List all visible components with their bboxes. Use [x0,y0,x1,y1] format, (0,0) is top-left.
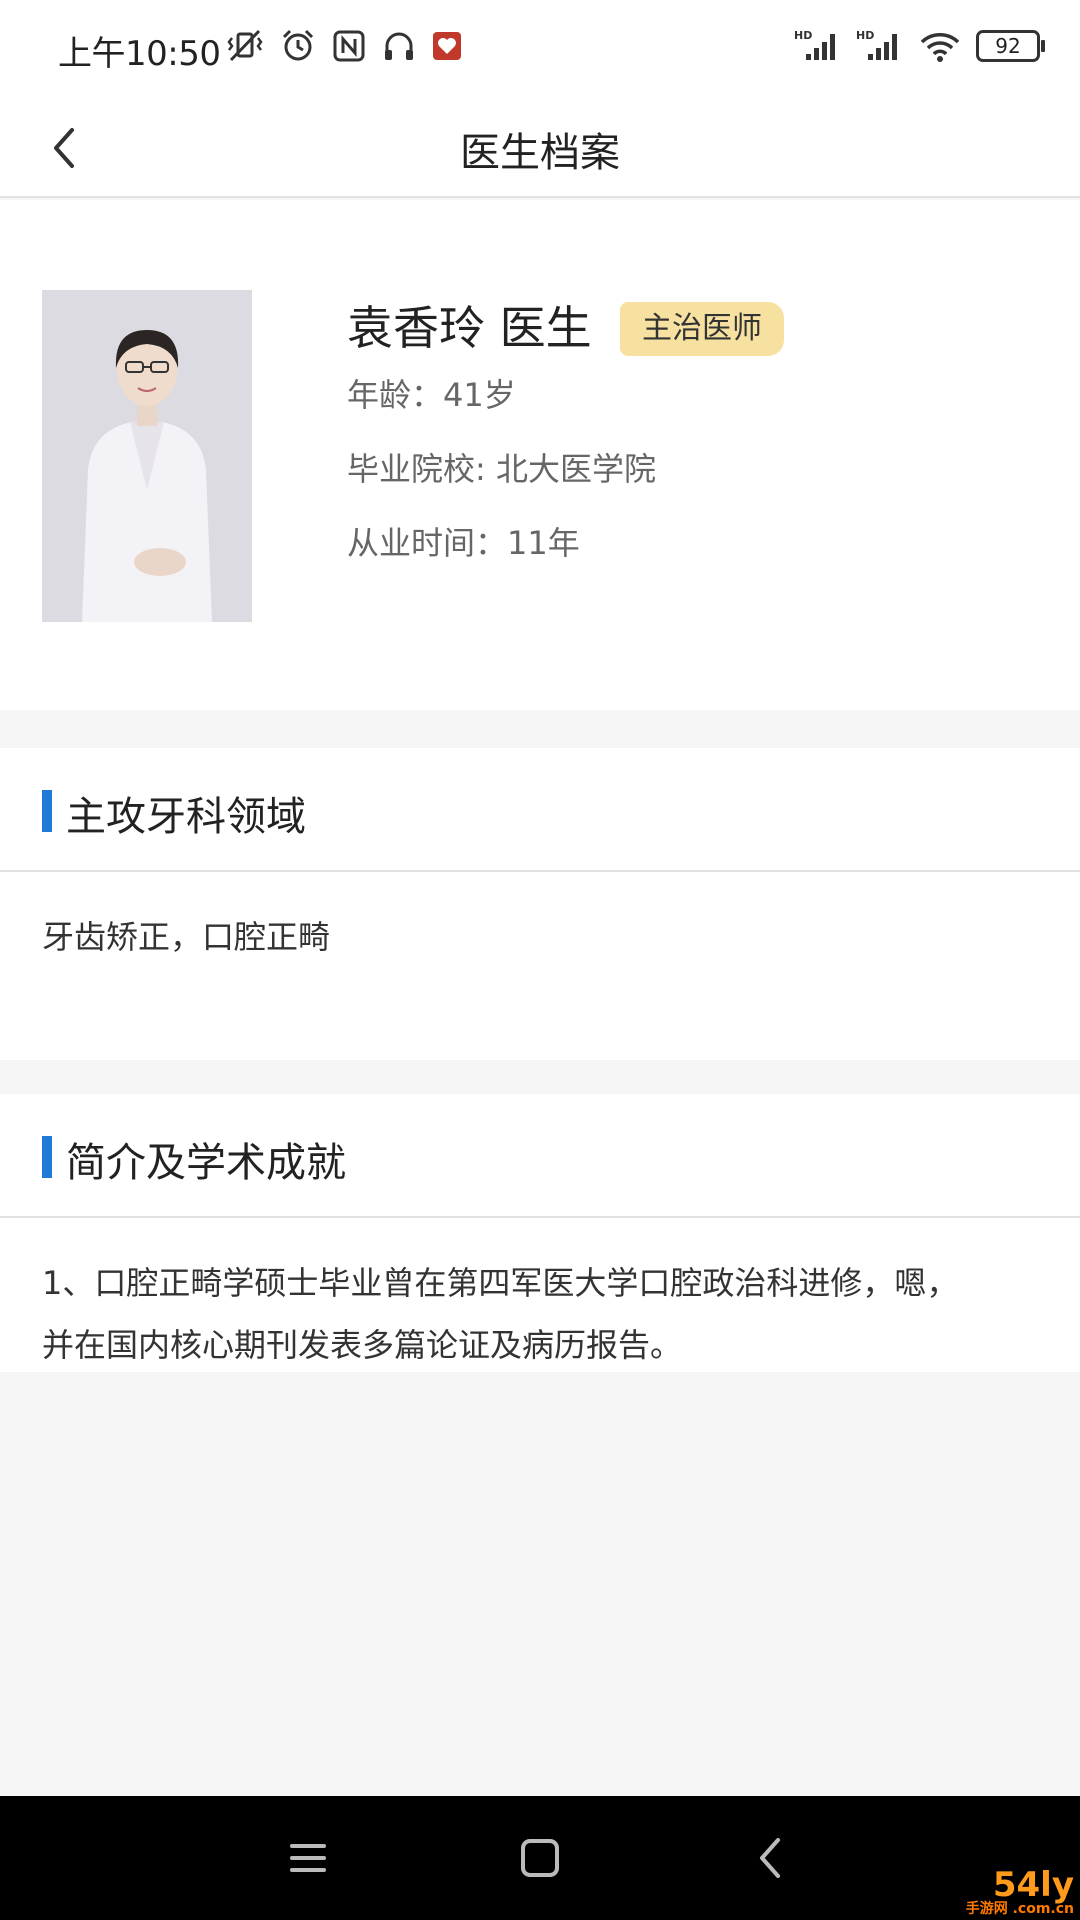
system-navigation-bar: 54ly 手游网 .com.cn [0,1796,1080,1920]
section-accent-bar [42,1136,52,1178]
specialty-content: 牙齿矫正，口腔正畸 [42,918,331,956]
watermark-sub: 手游网 .com.cn [965,1901,1074,1917]
app-notification-icon [433,32,461,60]
doctor-photo [42,290,252,622]
status-icons-left [225,28,463,64]
site-watermark: 54ly 手游网 .com.cn [966,1868,1074,1916]
doctor-experience: 从业时间：11年 [347,524,580,562]
doctor-age: 年龄：41岁 [347,376,516,414]
doctor-profile-card: 袁香玲 医生 主治医师 年龄：41岁 毕业院校: 北大医学院 从业时间：11年 [0,200,1080,710]
watermark-main: 54ly [992,1865,1074,1905]
svg-text:HD: HD [794,29,812,42]
svg-text:HD: HD [856,29,874,42]
doctor-school: 毕业院校: 北大医学院 [347,450,656,488]
specialty-section-title: 主攻牙科领域 [66,794,306,840]
doctor-title-badge: 主治医师 [620,302,784,356]
intro-section-body: 1、口腔正畸学硕士毕业曾在第四军医大学口腔政治科进修，嗯， 并在国内核心期刊发表… [0,1218,1080,1372]
doctor-name: 袁香玲 医生 [347,301,592,355]
intro-content-line-1: 1、口腔正畸学硕士毕业曾在第四军医大学口腔政治科进修，嗯， [42,1264,959,1302]
specialty-section-header: 主攻牙科领域 [0,748,1080,872]
status-time: 上午10:50 [58,34,221,74]
header-bar: 医生档案 [0,100,1080,198]
intro-section-title: 简介及学术成就 [66,1140,346,1186]
intro-section-header: 简介及学术成就 [0,1094,1080,1218]
hd-signal-icon: HD [794,29,835,60]
battery-level: 92 [995,34,1021,58]
headphones-icon [385,32,413,60]
status-bar: 上午10:50 HD HD 92 [0,0,1080,100]
battery-icon: 92 [976,30,1045,62]
alarm-icon [282,29,314,61]
section-accent-bar [42,790,52,832]
wifi-icon [920,33,960,62]
page-title: 医生档案 [460,130,620,176]
mute-vibrate-icon [227,29,263,62]
menu-icon[interactable] [278,1828,338,1888]
hd-signal-icon: HD [856,29,897,60]
intro-content-line-2: 并在国内核心期刊发表多篇论证及病历报告。 [42,1326,683,1364]
home-icon[interactable] [510,1828,570,1888]
nfc-icon [333,30,365,62]
system-back-icon[interactable] [742,1828,802,1888]
specialty-section-body: 牙齿矫正，口腔正畸 [0,872,1080,1060]
status-icons-right: HD HD 92 [794,28,1045,64]
